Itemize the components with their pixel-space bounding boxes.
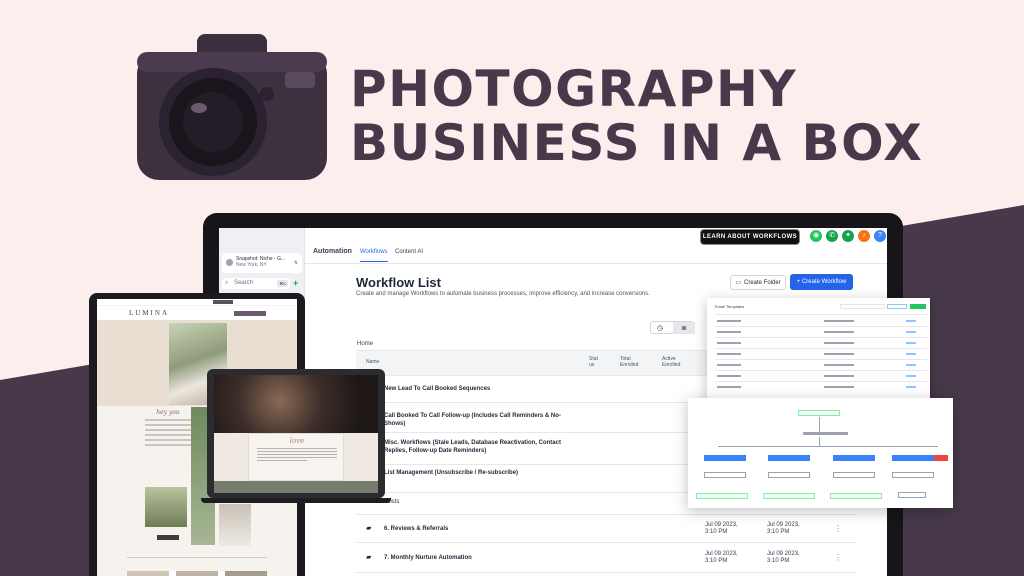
branch-label[interactable]: [833, 455, 875, 461]
family-photo: [145, 487, 187, 527]
contacts-icon[interactable]: ◉: [810, 230, 822, 242]
workflow-builder-card: [688, 398, 953, 508]
breadcrumb[interactable]: Home: [357, 341, 373, 347]
table-row[interactable]: ▰ 6. Reviews & Referrals Jul 09 2023, 3:…: [356, 515, 856, 543]
updated-date: Jul 09 2023, 3:10 PM: [767, 551, 800, 564]
more-icon[interactable]: ⋮: [834, 524, 842, 533]
event-photo: [214, 375, 378, 433]
action-node[interactable]: [768, 472, 810, 478]
list-view-icon[interactable]: ≣: [673, 322, 695, 334]
branch-label[interactable]: [892, 455, 934, 461]
workflow-name: ...lists: [384, 499, 400, 505]
action-node[interactable]: [704, 472, 746, 478]
site-logo: LUMINA: [129, 309, 169, 317]
updated-date: Jul 09 2023, 3:10 PM: [767, 522, 800, 535]
action-node[interactable]: [898, 492, 926, 498]
search-icon: ⌕: [225, 280, 229, 286]
hero-headline: PHOTOGRAPHY BUSINESS IN A BOX: [350, 62, 923, 170]
workflow-name: 7. Monthly Nurture Automation: [384, 555, 472, 561]
table-row[interactable]: ▰ 7. Monthly Nurture Automation Jul 09 2…: [356, 543, 856, 573]
branch-label[interactable]: [768, 455, 810, 461]
add-button[interactable]: [910, 304, 926, 309]
workflow-name: List Management (Unsubscribe / Re-subscr…: [384, 470, 519, 476]
learn-about-workflows-button[interactable]: LEARN ABOUT WORKFLOWS: [700, 229, 800, 245]
search-placeholder: Search: [234, 280, 254, 286]
bell-icon[interactable]: ♪: [858, 230, 870, 242]
site-footer: [214, 481, 378, 493]
col-status[interactable]: Stat us: [589, 356, 603, 368]
hero-line-1: PHOTOGRAPHY: [350, 60, 798, 118]
action-node[interactable]: [763, 493, 815, 499]
chevron-updown-icon: ⇅: [293, 260, 298, 266]
action-node[interactable]: [892, 472, 934, 478]
create-workflow-button[interactable]: + Create Workflow: [790, 274, 853, 290]
cta-button[interactable]: [157, 535, 179, 540]
search-input[interactable]: [840, 304, 885, 309]
account-location: New York, NY: [236, 262, 267, 268]
trigger-node[interactable]: [798, 410, 840, 416]
folder-icon: ▰: [366, 554, 372, 561]
divider: [127, 557, 267, 558]
account-switcher[interactable]: Snapshot: Niche - G... New York, NY ⇅: [222, 253, 302, 273]
hero-line-2: BUSINESS IN A BOX: [350, 114, 924, 172]
intro-text: hey you: [145, 409, 191, 449]
camera-icon: [137, 34, 327, 180]
create-folder-label: Create Folder: [743, 279, 781, 286]
branch-node[interactable]: [788, 432, 848, 436]
workflow-name: 6. Reviews & Referrals: [384, 526, 449, 532]
workflow-name: New Lead To Call Booked Sequences: [384, 386, 491, 392]
folder-icon: ▰: [366, 525, 372, 532]
action-node[interactable]: [830, 493, 882, 499]
branch-label[interactable]: [704, 455, 746, 461]
announcement-bar: [97, 299, 297, 305]
action-node[interactable]: [833, 472, 875, 478]
more-icon[interactable]: ⋮: [834, 553, 842, 562]
top-navigation: Automation Workflows Content AI LEARN AB…: [305, 228, 887, 264]
laptop-website: love: [214, 375, 378, 493]
bride-photo: [219, 504, 251, 546]
account-avatar: [226, 259, 233, 266]
book-button[interactable]: [234, 311, 266, 316]
shortcut-badge: ⌘K: [277, 280, 288, 287]
branch-label[interactable]: [934, 455, 948, 461]
tab-content-ai[interactable]: Content AI: [395, 249, 423, 255]
laptop-base: [201, 498, 391, 503]
megaphone-icon[interactable]: ✦: [842, 230, 854, 242]
folder-icon: ▭: [735, 280, 741, 286]
search-input[interactable]: ⌕ Search ⌘K: [222, 278, 290, 289]
help-icon[interactable]: ?: [874, 230, 886, 242]
content-card: love: [248, 433, 344, 481]
action-node[interactable]: [696, 493, 748, 499]
phone-icon[interactable]: ✆: [826, 230, 838, 242]
site-header: [97, 306, 297, 320]
gallery-thumbs: [127, 571, 267, 576]
created-date: Jul 09 2023, 3:10 PM: [705, 551, 738, 564]
tab-workflows[interactable]: Workflows: [360, 249, 388, 262]
col-active-enrolled[interactable]: Active Enrolled: [662, 356, 684, 368]
view-toggle: ◷ ≣: [650, 321, 695, 334]
workflow-name: Misc. Workflows (Stale Leads, Database R…: [384, 440, 561, 454]
workflow-name: Call Booked To Call Follow-up (Includes …: [384, 413, 561, 427]
intro-heading: hey you: [156, 409, 180, 416]
nav-title: Automation: [313, 248, 352, 255]
create-folder-button[interactable]: ▭ Create Folder: [730, 275, 786, 290]
filter-button[interactable]: [887, 304, 907, 309]
created-date: Jul 09 2023, 3:10 PM: [705, 522, 738, 535]
clock-icon[interactable]: ◷: [657, 324, 663, 332]
card-heading: love: [289, 437, 305, 445]
page-title: Workflow List: [356, 275, 441, 290]
card-title: Email Templates: [715, 304, 745, 309]
col-total-enrolled[interactable]: Total Enrolled: [620, 356, 640, 368]
col-name[interactable]: Name: [366, 359, 379, 365]
add-icon[interactable]: +: [293, 278, 298, 288]
email-templates-card: Email Templates: [707, 298, 930, 408]
page-description: Create and manage Workflows to automate …: [356, 291, 650, 297]
